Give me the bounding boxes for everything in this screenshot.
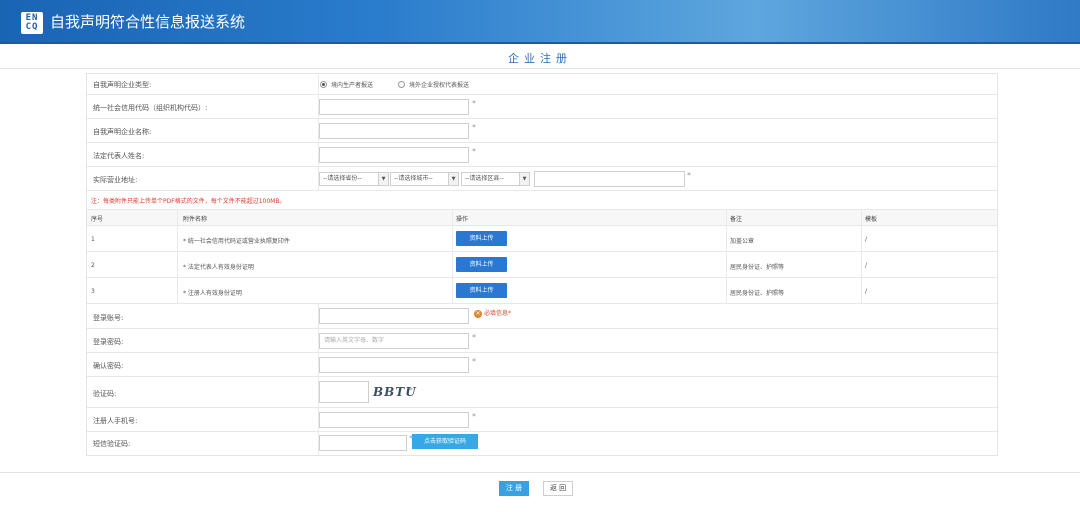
captcha-row: 验证码: BBTU * (87, 377, 997, 408)
required-mark: * (472, 412, 476, 421)
sms-code-label: 短信验证码: (93, 440, 131, 448)
credit-code-input[interactable] (319, 99, 469, 115)
address-label: 实际营业地址: (93, 176, 138, 184)
district-select[interactable]: --请选择区县-- ▼ (461, 172, 530, 186)
login-password-row: 登录密码: 请输入英文字母、数字 * (87, 329, 997, 353)
col-header-no: 序号 (91, 216, 104, 223)
table-row: 3 * 注册人有效身份证明 资料上传 居民身份证、护照等 / (87, 278, 997, 304)
upload-legal-rep-id-button[interactable]: 资料上传 (456, 257, 507, 272)
legal-rep-input[interactable] (319, 147, 469, 163)
required-mark: * (687, 171, 691, 180)
enterprise-name-row: 自我声明企业名称: * (87, 119, 997, 143)
upload-registrant-id-button[interactable]: 资料上传 (456, 283, 507, 298)
system-title: 自我声明符合性信息报送系统 (50, 13, 246, 31)
get-sms-code-button[interactable]: 点击获取验证码 (412, 434, 478, 449)
col-header-action: 操作 (456, 216, 469, 223)
title-divider (0, 68, 1080, 69)
col-header-remark: 备注 (730, 216, 743, 223)
required-mark: * (409, 386, 413, 395)
register-button[interactable]: 注 册 (499, 481, 529, 496)
address-row: 实际营业地址: --请选择省份-- ▼ --请选择城市-- ▼ --请选择区县-… (87, 167, 997, 191)
sms-code-row: 短信验证码: * 点击获取验证码 (87, 432, 997, 455)
province-select[interactable]: --请选择省份-- ▼ (319, 172, 389, 186)
credit-code-row: 统一社会信用代码（组织机构代码）: * (87, 95, 997, 119)
required-mark: * (472, 333, 476, 342)
login-password-input[interactable]: 请输入英文字母、数字 (319, 333, 469, 349)
app-header: EN CQ 自我声明符合性信息报送系统 (0, 0, 1080, 44)
registrant-phone-row: 注册人手机号: * (87, 408, 997, 432)
confirm-password-label: 确认密码: (93, 362, 124, 370)
required-mark: * (472, 99, 476, 108)
radio-overseas-representative[interactable] (398, 81, 405, 88)
required-mark: * (472, 123, 476, 132)
login-account-input[interactable] (319, 308, 469, 324)
attachment-table-header: 序号 附件名称 操作 备注 模板 (87, 210, 997, 226)
error-icon: ✕ (474, 310, 482, 318)
login-account-row: 登录账号: ✕ 必填信息* (87, 304, 997, 329)
chevron-down-icon: ▼ (378, 173, 388, 185)
city-select[interactable]: --请选择城市-- ▼ (390, 172, 459, 186)
chevron-down-icon: ▼ (448, 173, 458, 185)
col-header-template: 模板 (865, 216, 878, 223)
login-password-label: 登录密码: (93, 338, 124, 346)
table-row: 1 * 统一社会信用代码证或营业执照复印件 资料上传 加盖公章 / (87, 226, 997, 252)
enca-logo-icon: EN CQ (21, 12, 43, 34)
col-header-name: 附件名称 (183, 216, 208, 223)
enterprise-type-label: 自我声明企业类型: (93, 81, 152, 89)
upload-notice-row: 注：每类附件只能上传单个PDF格式的文件，每个文件不能超过100MB。 (87, 191, 997, 210)
radio-overseas-representative-label[interactable]: 境外企业授权代表报送 (409, 80, 469, 89)
required-error-message: ✕ 必填信息* (474, 310, 512, 318)
upload-notice: 注：每类附件只能上传单个PDF格式的文件，每个文件不能超过100MB。 (91, 198, 286, 205)
required-mark: * (472, 147, 476, 156)
radio-domestic-producer-label[interactable]: 境内生产者报送 (331, 80, 373, 89)
confirm-password-input[interactable] (319, 357, 469, 373)
registration-form: 自我声明企业类型: 境内生产者报送 境外企业授权代表报送 统一社会信用代码（组织… (86, 73, 998, 456)
registrant-phone-input[interactable] (319, 412, 469, 428)
enterprise-name-input[interactable] (319, 123, 469, 139)
captcha-label: 验证码: (93, 390, 117, 398)
radio-domestic-producer[interactable] (320, 81, 327, 88)
chevron-down-icon: ▼ (519, 173, 529, 185)
bottom-divider (0, 472, 1080, 473)
legal-rep-label: 法定代表人姓名: (93, 152, 145, 160)
required-mark: * (472, 357, 476, 366)
upload-business-license-button[interactable]: 资料上传 (456, 231, 507, 246)
confirm-password-row: 确认密码: * (87, 353, 997, 377)
table-row: 2 * 法定代表人有效身份证明 资料上传 居民身份证、护照等 / (87, 252, 997, 278)
page-title: 企业注册 (508, 52, 572, 65)
enterprise-name-label: 自我声明企业名称: (93, 128, 152, 136)
sms-code-input[interactable] (319, 435, 407, 451)
registrant-phone-label: 注册人手机号: (93, 417, 138, 425)
legal-rep-row: 法定代表人姓名: * (87, 143, 997, 167)
captcha-input[interactable] (319, 381, 369, 403)
credit-code-label: 统一社会信用代码（组织机构代码）: (93, 104, 208, 112)
address-detail-input[interactable] (534, 171, 685, 187)
enterprise-type-row: 自我声明企业类型: 境内生产者报送 境外企业授权代表报送 (87, 74, 997, 95)
login-account-label: 登录账号: (93, 314, 124, 322)
back-button[interactable]: 返 回 (543, 481, 573, 496)
